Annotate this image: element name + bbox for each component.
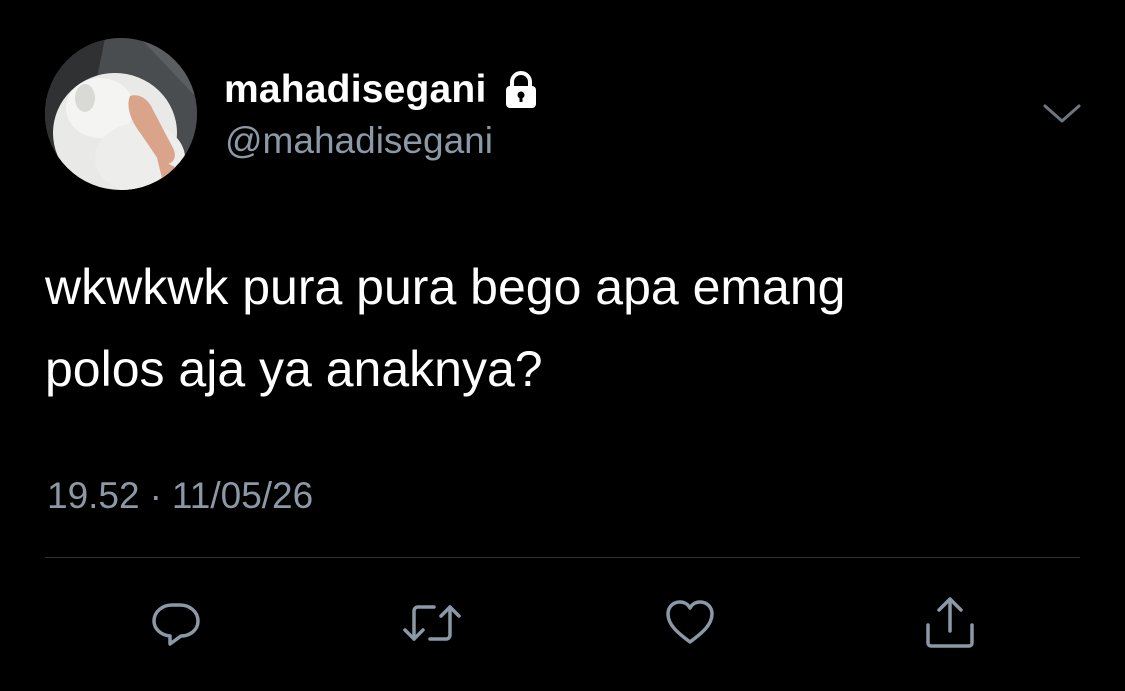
display-name[interactable]: mahadisegani [224,66,487,114]
tweet-text: wkwkwk pura pura bego apa emang polos aj… [45,246,1085,410]
avatar[interactable] [45,38,197,190]
like-button[interactable] [660,595,720,651]
reply-icon [152,603,200,646]
tweet-timestamp[interactable]: 19.52 · 11/05/26 [47,472,313,520]
reply-button[interactable] [146,595,206,651]
share-button[interactable] [920,595,980,651]
user-name-row: mahadisegani [224,66,541,114]
tweet-text-line: polos aja ya anaknya? [45,341,543,397]
tweet-date: 11/05/26 [171,475,314,516]
divider [45,557,1080,558]
lock-icon [501,70,541,110]
tweet-text-line: wkwkwk pura pura bego apa emang [45,259,846,315]
tweet-card: mahadisegani @mahadisegani wkwkwk pura p… [0,0,1125,691]
chevron-down-icon[interactable] [1041,98,1083,128]
like-icon [666,600,714,644]
user-handle[interactable]: @mahadisegani [225,118,493,164]
meta-separator: · [149,475,162,516]
retweet-icon [403,605,461,641]
share-icon [926,597,974,648]
retweet-button[interactable] [402,595,462,651]
tweet-time: 19.52 [47,475,140,516]
avatar-image [45,38,197,190]
